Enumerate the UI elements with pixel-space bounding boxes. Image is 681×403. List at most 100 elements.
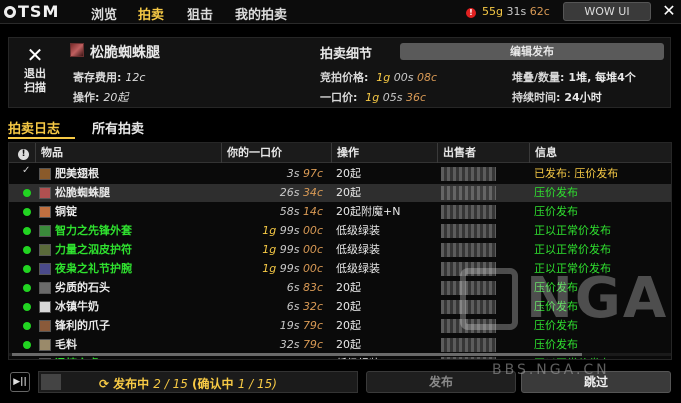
info-text: 压价发布 [534,281,578,294]
seller-redacted [441,224,496,238]
buyout-price: 1g 99s 00c [262,243,323,256]
table-row[interactable]: 夜枭之礼节护腕 1g 99s 00c 低级绿装 正以正常价发布 [9,260,671,278]
operation: 低级绿装 [336,224,380,237]
table-row[interactable]: 松脆蜘蛛腿 26s 34c 20起 压价发布 [9,184,671,202]
table-row[interactable]: 冰镇牛奶 6s 32c 20起 压价发布 [9,298,671,316]
seller-redacted [441,338,496,352]
buyout-price: 一口价: 1g 05s 36c [320,91,427,104]
skip-button[interactable]: 跳过 [521,371,671,393]
operation: 20起 [336,338,361,351]
status-dot-icon [23,208,31,216]
buyout-price: 6s 83c [286,281,323,294]
buyout-price: 26s 34c [279,186,323,199]
item-icon [39,282,51,294]
duration: 持续时间: 24小时 [512,91,602,104]
operation: 低级绿装 [336,243,380,256]
operation: 20起 [336,167,361,180]
item-name[interactable]: 智力之先锋外套 [55,222,132,240]
table-row[interactable]: 铜锭 58s 14c 20起附魔+N 压价发布 [9,203,671,221]
item-name[interactable]: 松脆蜘蛛腿 [55,184,110,202]
table-row[interactable]: 智力之先锋外套 1g 99s 00c 低级绿装 正以正常价发布 [9,222,671,240]
bottom-bar: ▶|| ⟳ 发布中 2 / 15 (确认中 1 / 15) 发布 跳过 [0,364,681,403]
column-item[interactable]: 物品 [35,143,221,163]
info-text: 正以正常价发布 [534,262,611,275]
wow-ui-button[interactable]: WOW UI [563,2,651,21]
active-tab-indicator [8,137,75,139]
warning-icon[interactable]: ! [466,8,476,18]
info-text: 压价发布 [534,300,578,313]
item-name[interactable]: 铜锭 [55,203,77,221]
tab-auction-log[interactable]: 拍卖日志 [8,118,60,137]
status-dot-icon [23,341,31,349]
info-text: 压价发布 [534,186,578,199]
item-name[interactable]: 劣质的石头 [55,279,110,297]
column-seller[interactable]: 出售者 [437,143,529,163]
post-button[interactable]: 发布 [366,371,516,393]
buyout-price: 1g 99s 00c [262,224,323,237]
item-name[interactable]: 毛料 [55,336,77,354]
operation: 20起 [336,300,361,313]
item-icon [39,187,51,199]
table-row[interactable]: 毛料 32s 79c 20起 压价发布 [9,336,671,354]
item-name[interactable]: 冰镇牛奶 [55,298,99,316]
seller-redacted [441,281,496,295]
column-operation[interactable]: 操作 [331,143,437,163]
seller-redacted [441,300,496,314]
item-icon [39,358,51,359]
gold-display: ! 55g 31s 62c [466,5,550,18]
column-info[interactable]: 信息 [529,143,671,163]
info-text: 压价发布 [534,205,578,218]
pause-play-button[interactable]: ▶|| [10,372,30,392]
buyout-price: 1g 99s 00c [262,262,323,275]
item-name[interactable]: 锋利的爪子 [55,317,110,335]
item-name[interactable]: 肥美翅根 [55,165,99,183]
auction-details-title: 拍卖细节 [320,47,373,62]
seller-redacted [441,243,496,257]
item-icon [39,320,51,332]
post-progress-bar: ⟳ 发布中 2 / 15 (确认中 1 / 15) [38,371,358,393]
info-text: 正以正常价发布 [534,224,611,237]
scrollbar-thumb[interactable] [12,353,582,356]
top-bar: TSM 浏览 拍卖 狙击 我的拍卖 ! 55g 31s 62c WOW UI ✕ [0,0,681,24]
seller-redacted [441,186,496,200]
item-icon [39,225,51,237]
item-name: 松脆蜘蛛腿 [90,45,160,61]
seller-redacted [441,357,496,359]
tab-auction[interactable]: 拍卖 [138,4,164,23]
item-name[interactable]: 夜枭之礼节护腕 [55,260,132,278]
exit-icon: ✕ [26,43,44,67]
status-dot-icon [23,303,31,311]
buyout-price: 19s 79c [279,319,323,332]
info-text: 正以正常价发布 [534,243,611,256]
item-name[interactable]: 力量之泅皮护符 [55,241,132,259]
table-row[interactable]: ✓ 肥美翅根 3s 97c 20起 已发布: 压价发布 [9,165,671,183]
seller-redacted [441,205,496,219]
tab-sniper[interactable]: 狙击 [187,4,213,23]
status-dot-icon [23,227,31,235]
refresh-icon: ⟳ [99,377,110,391]
status-dot-icon [23,189,31,197]
item-icon [39,339,51,351]
table-row[interactable]: 力量之泅皮护符 1g 99s 00c 低级绿装 正以正常价发布 [9,241,671,259]
spider-leg-icon [70,43,84,57]
seller-redacted [441,167,496,181]
horizontal-scrollbar[interactable] [9,353,671,356]
auction-log-table: ! 物品 你的一口价 操作 出售者 信息 ✓ 肥美翅根 3s 97c 20起 已发布: … [8,142,672,360]
table-row[interactable]: 锋利的爪子 19s 79c 20起 压价发布 [9,317,671,335]
operation: 低级绿装 [336,262,380,275]
edit-post-button[interactable]: 编辑发布 [400,43,664,60]
tab-my-auctions[interactable]: 我的拍卖 [235,4,287,23]
tab-browse[interactable]: 浏览 [91,4,117,23]
seller-redacted [441,319,496,333]
progress-fill [41,374,61,390]
operation: 20起附魔+N [336,205,401,218]
tsm-logo: TSM [4,2,59,21]
table-row[interactable]: 劣质的石头 6s 83c 20起 压价发布 [9,279,671,297]
close-icon[interactable]: ✕ [660,2,678,20]
bid-price: 竞拍价格: 1g 00s 08c [320,71,438,84]
exit-scan-button[interactable]: ✕ 退出 扫描 [12,37,58,107]
column-buyout[interactable]: 你的一口价 [221,143,331,163]
item-icon [39,206,51,218]
status-dot-icon [23,246,31,254]
tab-all-auctions[interactable]: 所有拍卖 [92,118,144,137]
